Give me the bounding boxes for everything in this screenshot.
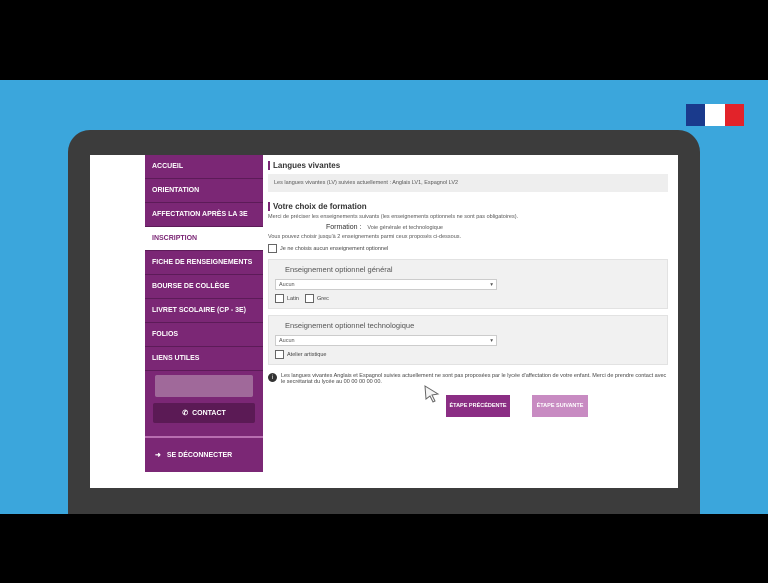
info-message: i Les langues vivantes Anglais et Espagn… <box>268 373 668 385</box>
sidebar-item-liens[interactable]: Liens utiles <box>145 347 263 371</box>
formation-note: Vous pouvez choisir jusqu'à 2 enseigneme… <box>268 234 462 240</box>
sidebar-item-folios[interactable]: Folios <box>145 323 263 347</box>
latin-checkbox[interactable] <box>275 294 284 303</box>
mouse-pointer-icon <box>424 385 440 403</box>
techno-option-box: Enseignement optionnel technologique Auc… <box>268 315 668 365</box>
sidebar-item-bourse[interactable]: Bourse de collège <box>145 275 263 299</box>
logout-icon: ➜ <box>155 452 161 459</box>
scene-background: Accueil Orientation Affectation après la… <box>0 80 768 514</box>
laptop-frame: Accueil Orientation Affectation après la… <box>68 130 700 514</box>
techno-option-title: Enseignement optionnel technologique <box>285 321 415 330</box>
sidebar-item-orientation[interactable]: Orientation <box>145 179 263 203</box>
no-optional-row[interactable]: Je ne choisis aucun enseignement optionn… <box>268 244 668 253</box>
info-icon: i <box>268 373 277 382</box>
languages-box: Les langues vivantes (LV) suivies actuel… <box>268 174 668 192</box>
main-content: Langues vivantes Les langues vivantes (L… <box>268 155 668 488</box>
sidebar-item-livret[interactable]: Livret scolaire (CP - 3e) <box>145 299 263 323</box>
previous-step-button[interactable]: Étape précédente <box>446 395 510 417</box>
laptop-screen: Accueil Orientation Affectation après la… <box>90 155 678 488</box>
no-optional-checkbox[interactable] <box>268 244 277 253</box>
sidebar-item-accueil[interactable]: Accueil <box>145 155 263 179</box>
logout-button[interactable]: ➜ Se déconnecter <box>145 436 263 472</box>
formation-title: Votre choix de formation <box>268 202 668 211</box>
latin-checkbox-row[interactable]: Latin <box>275 294 299 303</box>
chevron-down-icon: ▾ <box>490 281 493 288</box>
sidebar-item-inscription[interactable]: Inscription <box>145 227 263 251</box>
formation-row: Formation : Voie générale et technologiq… <box>268 224 668 231</box>
blurred-info <box>155 375 253 397</box>
sidebar-item-affectation[interactable]: Affectation après la 3e <box>145 203 263 227</box>
languages-title: Langues vivantes <box>268 161 668 170</box>
general-option-select[interactable]: Aucun ▾ <box>275 279 497 290</box>
atelier-checkbox-row[interactable]: Atelier artistique <box>275 350 326 359</box>
sidebar: Accueil Orientation Affectation après la… <box>145 155 263 472</box>
formation-label: Formation : <box>326 224 362 231</box>
contact-button[interactable]: ✆ Contact <box>153 403 255 423</box>
next-step-button[interactable]: Étape suivante <box>532 395 588 417</box>
formation-intro: Merci de préciser les enseignements suiv… <box>268 214 519 220</box>
atelier-checkbox[interactable] <box>275 350 284 359</box>
chevron-down-icon: ▾ <box>490 337 493 344</box>
general-option-checkboxes: Latin Grec <box>275 294 661 303</box>
grec-checkbox-row[interactable]: Grec <box>304 294 329 303</box>
general-option-box: Enseignement optionnel général Aucun ▾ L… <box>268 259 668 309</box>
republic-flag-icon <box>686 104 744 126</box>
techno-option-select[interactable]: Aucun ▾ <box>275 335 497 346</box>
phone-icon: ✆ <box>182 410 189 417</box>
formation-value: Voie générale et technologique <box>367 225 443 231</box>
techno-option-checkboxes: Atelier artistique <box>275 350 661 359</box>
grec-checkbox[interactable] <box>304 294 314 303</box>
step-buttons: Étape précédente Étape suivante <box>268 395 668 417</box>
general-option-title: Enseignement optionnel général <box>285 265 393 274</box>
sidebar-item-fiche[interactable]: Fiche de renseignements <box>145 251 263 275</box>
